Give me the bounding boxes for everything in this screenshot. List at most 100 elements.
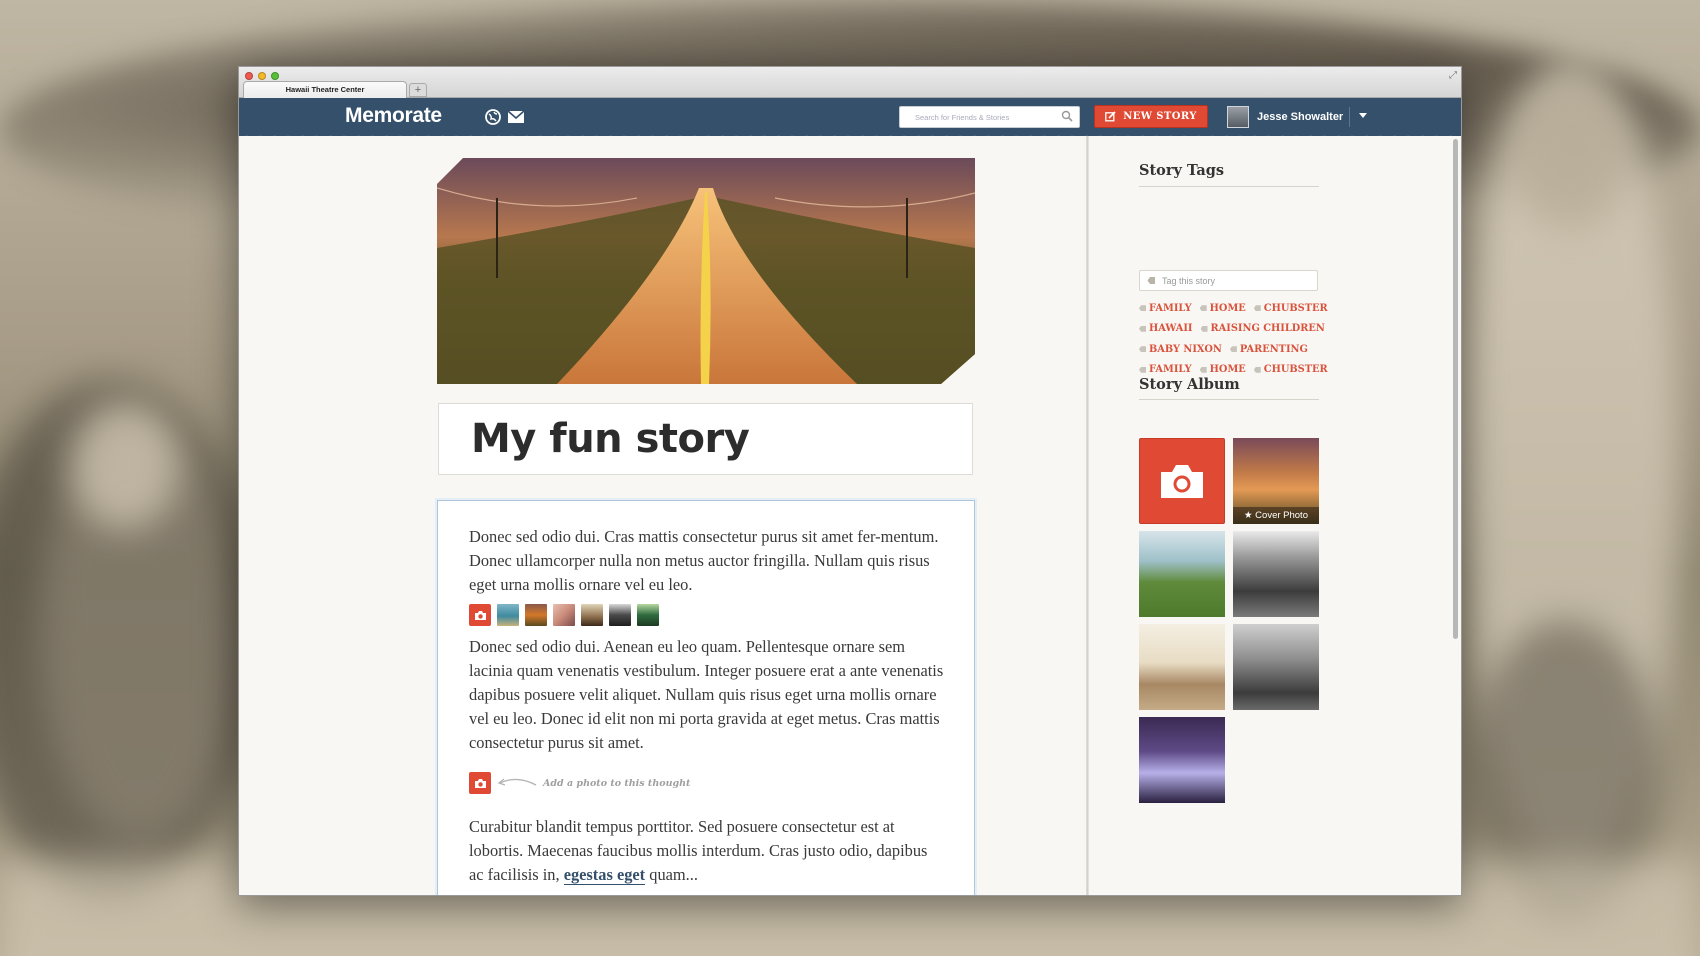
tag-parenting[interactable]: PARENTING <box>1229 343 1308 355</box>
tag-label: RAISING CHILDREN <box>1210 323 1325 335</box>
photo-thumbnail[interactable] <box>609 604 631 626</box>
search-input[interactable]: Search for Friends & Stories <box>899 106 1080 128</box>
tag-icon <box>1200 325 1208 332</box>
tag-family[interactable]: FAMILY <box>1139 364 1192 375</box>
camera-icon <box>474 778 486 788</box>
app-logo[interactable]: Memorate <box>345 104 442 128</box>
background-child-head <box>70 400 180 530</box>
add-photo-prompt[interactable]: Add a photo to this thought <box>469 772 690 794</box>
tag-label: PARENTING <box>1239 343 1308 355</box>
photo-thumbnail[interactable] <box>525 604 547 626</box>
browser-tab[interactable]: Hawaii Theatre Center <box>243 81 407 98</box>
tag-family[interactable]: FAMILY <box>1139 303 1192 314</box>
album-photo[interactable] <box>1139 624 1225 710</box>
arrow-left-icon <box>497 778 537 786</box>
add-photo-button[interactable] <box>469 772 491 794</box>
photo-thumbnail[interactable] <box>581 604 603 626</box>
story-album: ★ Cover Photo <box>1139 438 1319 803</box>
user-menu-divider <box>1349 107 1350 127</box>
browser-titlebar: Hawaii Theatre Center + ⤢ <box>239 67 1461 98</box>
tag-label: HOME <box>1209 364 1246 376</box>
tag-chubster[interactable]: CHUBSTER <box>1253 302 1328 314</box>
cover-photo[interactable] <box>437 158 975 384</box>
new-tab-button[interactable]: + <box>409 83 427 97</box>
story-body[interactable]: Donec sed odio dui. Cras mattis consecte… <box>437 500 975 895</box>
story-link[interactable]: egestas eget <box>563 865 646 885</box>
tag-label: BABY NIXON <box>1149 343 1222 355</box>
tag-label: CHUBSTER <box>1263 364 1328 376</box>
story-album-heading: Story Album <box>1139 376 1240 393</box>
story-title-box[interactable]: My fun story <box>438 403 973 475</box>
globe-icon[interactable] <box>484 108 502 126</box>
paragraph-photo-strip <box>469 604 659 626</box>
photo-thumbnail[interactable] <box>637 604 659 626</box>
story-paragraph[interactable]: Donec sed odio dui. Cras mattis consecte… <box>469 525 944 597</box>
tag-icon <box>1147 277 1155 284</box>
tag-label: HOME <box>1209 302 1246 314</box>
search-icon[interactable] <box>1061 110 1073 122</box>
tag-icon <box>1139 325 1146 332</box>
tag-icon <box>1253 366 1261 373</box>
story-paragraph-text: Curabitur blandit tempus porttitor. Sed … <box>469 817 928 884</box>
tag-row: BABY NIXON PARENTING <box>1139 339 1329 360</box>
tag-icon <box>1139 366 1146 373</box>
tag-raising-children[interactable]: RAISING CHILDREN <box>1200 323 1325 335</box>
tag-icon <box>1139 346 1146 353</box>
edit-icon <box>1105 111 1116 122</box>
tag-home[interactable]: HOME <box>1199 302 1246 314</box>
photo-thumbnail[interactable] <box>497 604 519 626</box>
camera-icon <box>1161 465 1203 498</box>
new-story-label: NEW STORY <box>1123 111 1197 122</box>
album-photo[interactable] <box>1233 531 1319 617</box>
story-paragraph[interactable]: Curabitur blandit tempus porttitor. Sed … <box>469 815 944 887</box>
album-photo[interactable] <box>1139 717 1225 803</box>
tag-icon <box>1199 366 1207 373</box>
story-paragraph-tail: quam... <box>645 865 698 884</box>
mail-icon[interactable] <box>507 108 525 126</box>
new-story-button[interactable]: NEW STORY <box>1094 105 1208 128</box>
story-title[interactable]: My fun story <box>471 416 750 462</box>
story-tags-heading: Story Tags <box>1139 162 1225 179</box>
tag-icon <box>1229 346 1237 353</box>
scrollbar[interactable] <box>1453 139 1458 639</box>
add-album-photo-button[interactable] <box>1139 438 1225 524</box>
add-photo-button[interactable] <box>469 604 491 626</box>
cover-photo-badge: ★ Cover Photo <box>1233 507 1319 524</box>
avatar[interactable] <box>1227 106 1249 128</box>
fullscreen-icon[interactable]: ⤢ <box>1449 70 1457 81</box>
tag-input[interactable]: Tag this story <box>1139 270 1318 291</box>
tag-baby-nixon[interactable]: BABY NIXON <box>1139 344 1222 355</box>
tag-hawaii[interactable]: HAWAII <box>1139 323 1193 334</box>
window-controls <box>245 72 279 80</box>
close-window-button[interactable] <box>245 72 253 80</box>
camera-icon <box>474 610 486 620</box>
browser-window: Hawaii Theatre Center + ⤢ Memorate Searc… <box>238 66 1462 896</box>
app-header: Memorate Search for Friends & Stories NE… <box>239 98 1461 140</box>
tag-label: FAMILY <box>1149 364 1192 376</box>
tag-icon <box>1199 305 1207 312</box>
tag-label: FAMILY <box>1149 302 1192 314</box>
story-paragraph[interactable]: Donec sed odio dui. Aenean eu leo quam. … <box>469 635 944 755</box>
tag-row: FAMILY HOME CHUBSTER <box>1139 298 1329 319</box>
story-editor: My fun story Donec sed odio dui. Cras ma… <box>239 136 1086 895</box>
add-photo-hint: Add a photo to this thought <box>543 777 691 789</box>
divider <box>1139 186 1319 187</box>
minimize-window-button[interactable] <box>258 72 266 80</box>
album-photo[interactable] <box>1233 624 1319 710</box>
story-sidebar: Story Tags Tag this story FAMILY HOME CH… <box>1089 136 1461 895</box>
tag-list: FAMILY HOME CHUBSTER HAWAII RAISING CHIL… <box>1139 298 1329 380</box>
photo-thumbnail[interactable] <box>553 604 575 626</box>
divider <box>1139 399 1319 400</box>
maximize-window-button[interactable] <box>271 72 279 80</box>
user-name[interactable]: Jesse Showalter <box>1257 111 1343 123</box>
tag-chubster[interactable]: CHUBSTER <box>1253 364 1328 376</box>
album-photo[interactable] <box>1139 531 1225 617</box>
tag-icon <box>1139 305 1146 312</box>
tag-home[interactable]: HOME <box>1199 364 1246 376</box>
background-man-head <box>1510 80 1630 230</box>
chevron-down-icon[interactable] <box>1359 113 1367 118</box>
tag-label: CHUBSTER <box>1263 302 1328 314</box>
tag-row: HAWAII RAISING CHILDREN <box>1139 319 1329 340</box>
tag-label: HAWAII <box>1149 323 1193 335</box>
album-photo-cover[interactable]: ★ Cover Photo <box>1233 438 1319 524</box>
